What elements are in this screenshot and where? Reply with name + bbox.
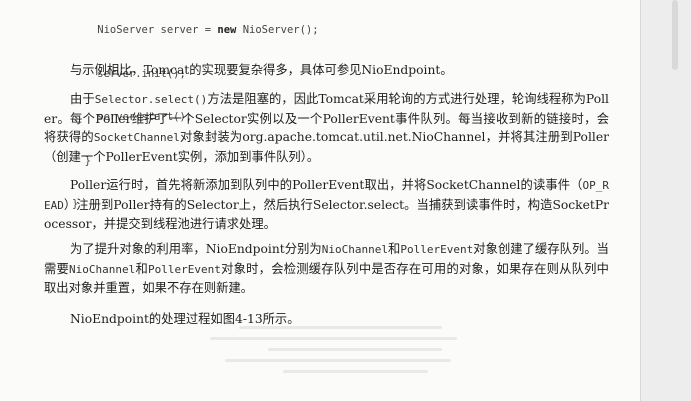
inline-code: NioChannel xyxy=(69,262,136,276)
code-text: NioServer server = xyxy=(72,24,218,36)
code-line: NioServer server = new NioServer(); xyxy=(72,23,592,38)
paragraph-text: 由于 xyxy=(70,92,95,106)
paragraph-text: 和 xyxy=(388,242,401,256)
inline-code: PollerEvent xyxy=(148,262,221,276)
bleed-through-texture xyxy=(210,318,500,398)
inline-code: SocketChannel xyxy=(93,131,180,144)
paragraph-text: 和 xyxy=(135,261,149,276)
scrollbar-thumb[interactable] xyxy=(672,0,678,70)
paragraph-text: Poller运行时，首先将新添加到队列中的PollerEvent取出，并将Soc… xyxy=(70,178,583,192)
code-keyword: new xyxy=(217,24,237,36)
inline-code: Selector.select() xyxy=(94,93,208,106)
inline-code: NioChannel xyxy=(321,243,388,256)
paragraph-text: 为了提升对象的利用率，NioEndpoint分别为 xyxy=(70,242,322,256)
paragraph-3: Poller运行时，首先将新添加到队列中的PollerEvent取出，并将Soc… xyxy=(44,176,609,234)
paragraph-1: 与示例相比，Tomcat的实现要复杂得多，具体可参见NioEndpoint。 xyxy=(44,61,609,80)
document-page: NioServer server = new NioServer(); serv… xyxy=(0,0,640,401)
inline-code: PollerEvent xyxy=(400,243,474,256)
code-text: NioServer(); xyxy=(236,24,319,36)
viewer-margin xyxy=(640,0,691,401)
paragraph-text: ）注册到Poller持有的Selector上，然后执行Selector.sele… xyxy=(44,197,609,232)
paragraph-text: 与示例相比，Tomcat的实现要复杂得多，具体可参见NioEndpoint。 xyxy=(70,63,453,77)
paragraph-4: 为了提升对象的利用率，NioEndpoint分别为NioChannel和Poll… xyxy=(44,240,609,298)
paragraph-2: 由于Selector.select()方法是阻塞的，因此Tomcat采用轮询的方… xyxy=(44,90,609,166)
